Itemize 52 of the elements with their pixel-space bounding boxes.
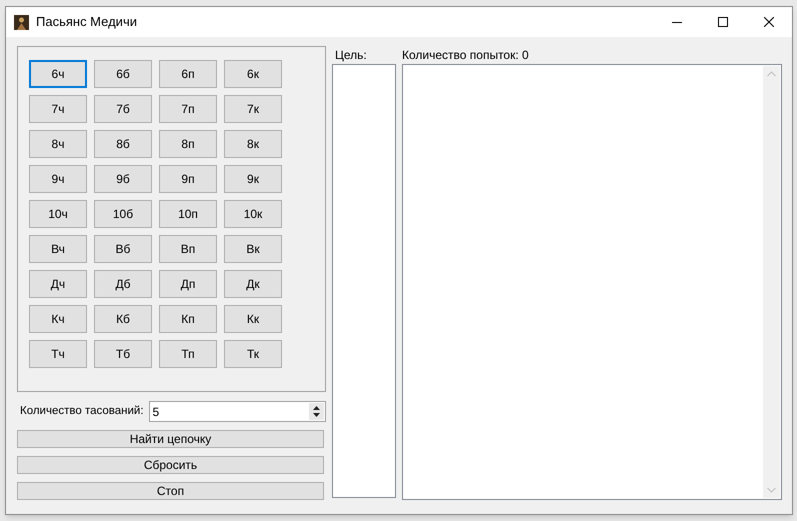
card-button[interactable]: 7б	[94, 95, 152, 123]
spin-arrows-icon	[309, 403, 324, 420]
card-button[interactable]: Тч	[29, 340, 87, 368]
card-button[interactable]: 7ч	[29, 95, 87, 123]
card-button[interactable]: 9п	[159, 165, 217, 193]
card-button[interactable]: Кк	[224, 305, 282, 333]
card-button[interactable]: 8п	[159, 130, 217, 158]
card-button[interactable]: Дб	[94, 270, 152, 298]
shuffles-label: Количество тасований:	[20, 404, 144, 419]
card-button[interactable]: 8б	[94, 130, 152, 158]
card-button[interactable]: Кб	[94, 305, 152, 333]
card-button[interactable]: Вп	[159, 235, 217, 263]
card-button[interactable]: Дк	[224, 270, 282, 298]
card-button[interactable]: 7к	[224, 95, 282, 123]
card-button[interactable]: 8ч	[29, 130, 87, 158]
card-button[interactable]: Кч	[29, 305, 87, 333]
card-button[interactable]: Дч	[29, 270, 87, 298]
card-button[interactable]: 10б	[94, 200, 152, 228]
maximize-icon	[718, 17, 728, 27]
card-button[interactable]: Вч	[29, 235, 87, 263]
card-button[interactable]: Кп	[159, 305, 217, 333]
card-button[interactable]: 9б	[94, 165, 152, 193]
card-button[interactable]: 8к	[224, 130, 282, 158]
scrollbar[interactable]	[763, 66, 780, 498]
card-button[interactable]: Тб	[94, 340, 152, 368]
card-button[interactable]: Вк	[224, 235, 282, 263]
card-button[interactable]: 6п	[159, 60, 217, 88]
card-button[interactable]: 6ч	[29, 60, 87, 88]
card-button[interactable]: 6б	[94, 60, 152, 88]
target-label: Цель:	[335, 47, 368, 64]
shuffles-spin-field[interactable]: 5	[148, 401, 326, 422]
card-button[interactable]: 10п	[159, 200, 217, 228]
scroll-up-icon	[767, 71, 776, 77]
scroll-down-icon	[767, 487, 776, 493]
card-button[interactable]: Тп	[159, 340, 217, 368]
window-title: Пасьянс Медичи	[36, 13, 137, 32]
card-button[interactable]: 6к	[224, 60, 282, 88]
action-button[interactable]: Стоп	[17, 482, 324, 500]
card-button[interactable]: 9к	[224, 165, 282, 193]
card-button[interactable]: Дп	[159, 270, 217, 298]
card-button[interactable]: 9ч	[29, 165, 87, 193]
target-list[interactable]	[332, 64, 396, 498]
card-button[interactable]: 10к	[224, 200, 282, 228]
attempts-label: Количество попыток: 0	[402, 47, 530, 64]
card-button[interactable]: Вб	[94, 235, 152, 263]
card-button[interactable]: Тк	[224, 340, 282, 368]
card-button[interactable]: 10ч	[29, 200, 87, 228]
action-button[interactable]: Сбросить	[17, 456, 324, 474]
action-button[interactable]: Найти цепочку	[17, 430, 324, 448]
close-icon	[764, 17, 774, 27]
card-button[interactable]: 7п	[159, 95, 217, 123]
app-icon	[14, 14, 29, 30]
